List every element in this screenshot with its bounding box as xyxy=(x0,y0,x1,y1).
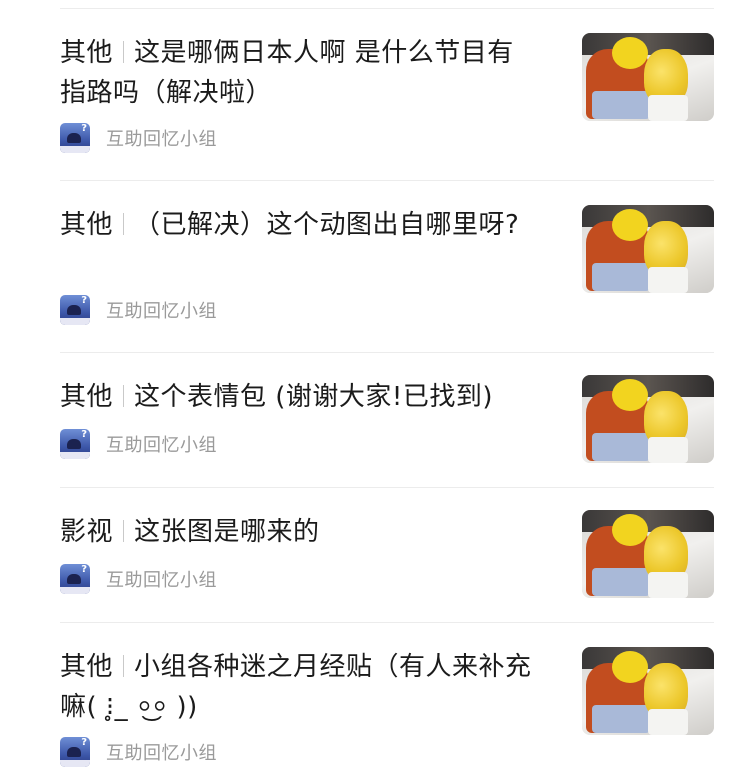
post-title[interactable]: 其他 这是哪俩日本人啊 是什么节目有指路吗（解决啦） xyxy=(60,33,532,113)
post-category: 影视 xyxy=(60,517,114,547)
thumb-yellow-head xyxy=(612,37,648,69)
avatar-mark: ? xyxy=(81,737,87,748)
thumb-white-pants xyxy=(648,95,688,121)
post-thumbnail[interactable] xyxy=(582,205,714,293)
group-name[interactable]: 互助回忆小组 xyxy=(106,125,217,151)
thumb-white-pants xyxy=(648,267,688,293)
group-info[interactable]: ? 互助回忆小组 xyxy=(60,295,217,325)
thumb-jeans xyxy=(592,433,650,461)
avatar-mark: ? xyxy=(81,123,87,134)
avatar-band xyxy=(60,452,90,459)
post-thumbnail[interactable] xyxy=(582,647,714,735)
avatar-figure xyxy=(67,439,81,449)
thumb-jeans xyxy=(592,568,650,596)
post-thumbnail[interactable] xyxy=(582,33,714,121)
group-avatar-icon[interactable]: ? xyxy=(60,295,90,325)
avatar-band xyxy=(60,318,90,325)
group-name[interactable]: 互助回忆小组 xyxy=(106,739,217,765)
thumb-white-pants xyxy=(648,572,688,598)
group-name[interactable]: 互助回忆小组 xyxy=(106,431,217,457)
avatar-band xyxy=(60,146,90,153)
avatar-figure xyxy=(67,574,81,584)
group-avatar-icon[interactable]: ? xyxy=(60,737,90,767)
category-separator xyxy=(123,213,125,235)
avatar-mark: ? xyxy=(81,429,87,440)
group-name[interactable]: 互助回忆小组 xyxy=(106,297,217,323)
post-title-text: 这是哪俩日本人啊 是什么节目有指路吗（解决啦） xyxy=(60,38,514,108)
avatar-figure xyxy=(67,747,81,757)
group-info[interactable]: ? 互助回忆小组 xyxy=(60,123,217,153)
thumb-white-pants xyxy=(648,709,688,735)
post-title[interactable]: 其他 （已解决）这个动图出自哪里呀? xyxy=(60,205,532,245)
thumb-white-pants xyxy=(648,437,688,463)
group-name[interactable]: 互助回忆小组 xyxy=(106,566,217,592)
category-separator xyxy=(123,655,125,677)
post-item[interactable]: 其他 （已解决）这个动图出自哪里呀? ? 互助回忆小组 xyxy=(60,181,714,353)
post-title-text: （已解决）这个动图出自哪里呀? xyxy=(134,210,520,240)
post-title[interactable]: 其他 小组各种迷之月经贴（有人来补充嘛( ⁝̥_ ⸰͜⸰ )) xyxy=(60,647,532,727)
post-title-text: 小组各种迷之月经贴（有人来补充嘛( ⁝̥_ ⸰͜⸰ )) xyxy=(60,652,532,722)
post-title[interactable]: 影视 这张图是哪来的 xyxy=(60,512,532,552)
thumb-yellow-head xyxy=(612,379,648,411)
avatar-mark: ? xyxy=(81,564,87,575)
category-separator xyxy=(123,41,125,63)
thumb-yellow-head xyxy=(612,651,648,683)
group-info[interactable]: ? 互助回忆小组 xyxy=(60,564,217,594)
group-avatar-icon[interactable]: ? xyxy=(60,564,90,594)
post-thumbnail[interactable] xyxy=(582,510,714,598)
post-item[interactable]: 其他 小组各种迷之月经贴（有人来补充嘛( ⁝̥_ ⸰͜⸰ )) ? 互助回忆小组 xyxy=(60,623,714,783)
post-title[interactable]: 其他 这个表情包 (谢谢大家!已找到) xyxy=(60,377,532,417)
avatar-mark: ? xyxy=(81,295,87,306)
post-category: 其他 xyxy=(60,652,114,682)
avatar-figure xyxy=(67,133,81,143)
thumb-yellow-head xyxy=(612,514,648,546)
avatar-band xyxy=(60,760,90,767)
post-item[interactable]: 其他 这是哪俩日本人啊 是什么节目有指路吗（解决啦） ? 互助回忆小组 xyxy=(60,9,714,181)
post-category: 其他 xyxy=(60,38,114,68)
avatar-band xyxy=(60,587,90,594)
post-thumbnail[interactable] xyxy=(582,375,714,463)
group-info[interactable]: ? 互助回忆小组 xyxy=(60,737,217,767)
post-category: 其他 xyxy=(60,382,114,412)
category-separator xyxy=(123,520,125,542)
group-avatar-icon[interactable]: ? xyxy=(60,429,90,459)
avatar-figure xyxy=(67,305,81,315)
thumb-jeans xyxy=(592,263,650,291)
post-item[interactable]: 其他 这个表情包 (谢谢大家!已找到) ? 互助回忆小组 xyxy=(60,353,714,488)
category-separator xyxy=(123,385,125,407)
post-item[interactable]: 影视 这张图是哪来的 ? 互助回忆小组 xyxy=(60,488,714,623)
thumb-jeans xyxy=(592,705,650,733)
post-title-text: 这张图是哪来的 xyxy=(134,517,320,547)
post-title-text: 这个表情包 (谢谢大家!已找到) xyxy=(134,382,493,412)
group-avatar-icon[interactable]: ? xyxy=(60,123,90,153)
post-feed: 其他 这是哪俩日本人啊 是什么节目有指路吗（解决啦） ? 互助回忆小组 其他 （已解… xyxy=(0,9,750,783)
post-category: 其他 xyxy=(60,210,114,240)
thumb-jeans xyxy=(592,91,650,119)
group-info[interactable]: ? 互助回忆小组 xyxy=(60,429,217,459)
thumb-yellow-head xyxy=(612,209,648,241)
